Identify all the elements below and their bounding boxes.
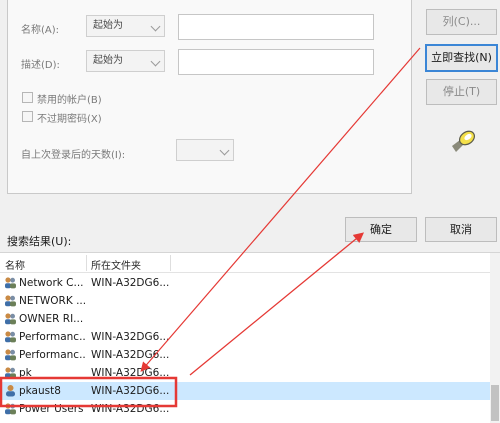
chevron-down-icon [219, 145, 230, 156]
find-now-button[interactable]: 立即查找(N) [425, 44, 498, 72]
result-row[interactable]: Performanc... WIN-A32DG6... [0, 346, 490, 364]
user-group-icon [5, 277, 16, 289]
user-group-icon [5, 349, 16, 361]
result-folder: WIN-A32DG6... [91, 385, 169, 397]
user-group-icon [5, 295, 16, 307]
ok-button[interactable]: 确定 [345, 217, 417, 242]
days-since-logon-combo[interactable] [176, 139, 234, 161]
result-row[interactable]: Network C... WIN-A32DG6... [0, 274, 490, 292]
description-input[interactable] [178, 49, 374, 75]
scrollbar-thumb[interactable] [491, 385, 499, 421]
result-folder: WIN-A32DG6... [91, 403, 169, 415]
result-name: Performanc... [19, 349, 85, 361]
search-flashlight-icon [452, 130, 476, 152]
cancel-button[interactable]: 取消 [425, 217, 497, 242]
result-name: OWNER RI... [19, 313, 84, 325]
name-input[interactable] [178, 14, 374, 40]
results-scrollbar[interactable] [490, 253, 500, 423]
user-group-icon [5, 313, 16, 325]
chevron-down-icon [150, 21, 161, 32]
description-match-value: 起始为 [93, 55, 123, 66]
search-results-list[interactable]: 名称 所在文件夹 Network C... WIN-A32DG6... NETW… [0, 252, 500, 423]
name-match-combo[interactable]: 起始为 [86, 15, 165, 37]
name-label: 名称(A): [21, 25, 60, 36]
column-header-folder[interactable]: 所在文件夹 [91, 257, 141, 272]
non-expiring-password-label: 不过期密码(X) [37, 114, 102, 125]
result-name: Network C... [19, 277, 84, 289]
column-divider[interactable] [170, 255, 171, 271]
user-group-icon [5, 403, 16, 415]
result-row[interactable]: pk WIN-A32DG6... [0, 364, 490, 382]
days-since-logon-label: 自上次登录后的天数(I): [21, 150, 126, 161]
result-name: NETWORK ... [19, 295, 85, 307]
result-row[interactable]: NETWORK ... [0, 292, 490, 310]
result-name: Performanc... [19, 331, 85, 343]
result-row-selected[interactable]: pkaust8 WIN-A32DG6... [0, 382, 490, 400]
column-divider[interactable] [86, 255, 87, 271]
disabled-accounts-checkbox[interactable] [22, 92, 33, 103]
result-folder: WIN-A32DG6... [91, 331, 169, 343]
user-icon [6, 385, 15, 397]
user-group-icon [5, 367, 16, 379]
result-row[interactable]: OWNER RI... [0, 310, 490, 328]
name-match-value: 起始为 [93, 20, 123, 31]
result-row[interactable]: Performanc... WIN-A32DG6... [0, 328, 490, 346]
description-label: 描述(D): [21, 60, 60, 71]
result-name: pk [19, 367, 32, 379]
non-expiring-password-checkbox[interactable] [22, 111, 33, 122]
description-match-combo[interactable]: 起始为 [86, 50, 165, 72]
query-panel: 名称(A): 起始为 描述(D): 起始为 禁用的帐户(B) 不过期密码(X) … [7, 0, 412, 194]
result-folder: WIN-A32DG6... [91, 349, 169, 361]
result-row[interactable]: Power Users WIN-A32DG6... [0, 400, 490, 418]
result-folder: WIN-A32DG6... [91, 367, 169, 379]
result-name: pkaust8 [19, 385, 61, 397]
result-name: Power Users [19, 403, 84, 415]
result-folder: WIN-A32DG6... [91, 277, 169, 289]
stop-button[interactable]: 停止(T) [426, 79, 497, 105]
search-results-label: 搜索结果(U): [7, 235, 72, 248]
user-group-icon [5, 331, 16, 343]
columns-button[interactable]: 列(C)... [426, 9, 497, 35]
chevron-down-icon [150, 56, 161, 67]
disabled-accounts-label: 禁用的帐户(B) [37, 95, 102, 106]
results-header: 名称 所在文件夹 [0, 253, 500, 273]
column-header-name[interactable]: 名称 [5, 257, 25, 272]
